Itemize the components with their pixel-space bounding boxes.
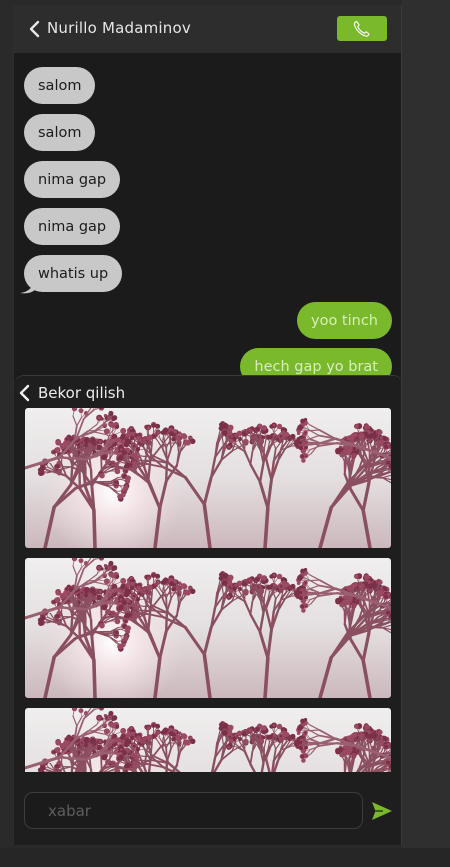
- chat-window: Nurillo Madaminov salom salom nima gap n…: [13, 5, 402, 845]
- gallery-photo[interactable]: [25, 558, 391, 698]
- cancel-label: Bekor qilish: [38, 384, 126, 402]
- tree-branches-image: [25, 558, 391, 698]
- chevron-left-icon: [29, 20, 40, 38]
- photo-gallery[interactable]: [25, 408, 391, 772]
- message-input-box: [24, 792, 363, 829]
- contact-name: Nurillo Madaminov: [47, 19, 191, 37]
- window-footer: [0, 848, 450, 867]
- back-button[interactable]: [26, 20, 42, 38]
- chevron-left-icon: [19, 384, 30, 402]
- message-bubble-outgoing: yoo tinch: [297, 302, 392, 339]
- call-button[interactable]: [337, 16, 387, 41]
- send-icon[interactable]: [371, 801, 393, 821]
- message-bubble-incoming: nima gap: [24, 161, 121, 198]
- message-input[interactable]: [25, 793, 362, 828]
- photo-picker-sheet: Bekor qilish: [14, 375, 401, 845]
- message-bubble-incoming: whatis up: [24, 255, 123, 292]
- message-bubble-incoming: salom: [24, 114, 96, 151]
- chat-header: Nurillo Madaminov: [14, 5, 401, 53]
- phone-icon: [353, 20, 370, 37]
- cancel-button[interactable]: Bekor qilish: [18, 382, 125, 404]
- tree-branches-image: [25, 708, 391, 772]
- message-bubble-incoming: salom: [24, 67, 96, 104]
- gallery-photo[interactable]: [25, 408, 391, 548]
- message-bubble-incoming: nima gap: [24, 208, 121, 245]
- gallery-photo[interactable]: [25, 708, 391, 772]
- window-background: [402, 0, 450, 867]
- tree-branches-image: [25, 408, 391, 548]
